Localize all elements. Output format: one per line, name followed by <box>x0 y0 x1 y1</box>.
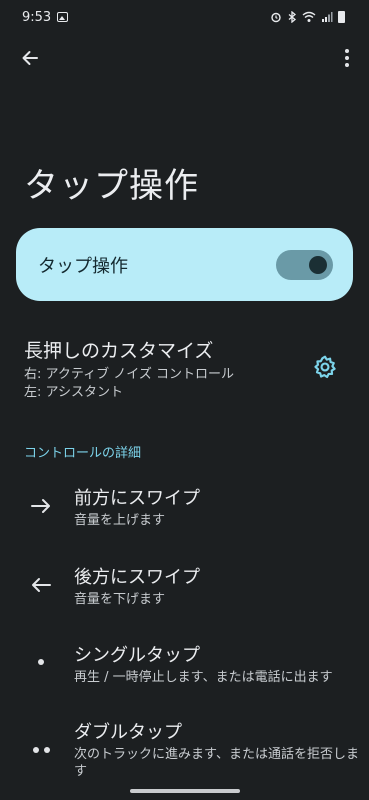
single-dot-icon <box>26 650 56 674</box>
control-item-title: シングルタップ <box>74 645 200 666</box>
wifi-icon <box>302 11 316 22</box>
longpress-customize-item[interactable]: 長押しのカスタマイズ 右: アクティブ ノイズ コントロール 左: アシスタント <box>24 336 354 404</box>
control-item-swipe-forward: 前方にスワイプ 音量を上げます <box>0 484 369 534</box>
signal-icon <box>322 12 333 22</box>
switch-knob <box>309 256 327 274</box>
bluetooth-icon <box>288 11 297 23</box>
tap-control-toggle-card[interactable]: タップ操作 <box>16 228 353 301</box>
alarm-icon <box>271 12 281 23</box>
section-header-control-details: コントロールの詳細 <box>24 446 142 461</box>
status-right <box>270 11 345 23</box>
status-bar: 9:53 <box>0 0 369 34</box>
control-item-title: 後方にスワイプ <box>74 567 200 588</box>
longpress-title: 長押しのカスタマイズ <box>24 340 214 362</box>
tap-control-switch[interactable] <box>276 250 333 280</box>
double-dot-icon <box>26 738 56 762</box>
control-item-title: ダブルタップ <box>74 722 182 743</box>
control-item-subtitle: 音量を下げます <box>74 592 166 607</box>
arrow-left-icon <box>26 573 56 597</box>
status-time: 9:53 <box>22 9 52 25</box>
arrow-left-icon <box>22 51 38 65</box>
page-title: タップ操作 <box>24 166 199 206</box>
control-item-subtitle: 次のトラックに進みます、または通話を拒否します <box>74 747 359 779</box>
app-bar <box>0 38 369 78</box>
control-item-single-tap: シングルタップ 再生 / 一時停止します、または電話に出ます <box>0 641 369 691</box>
longpress-right-setting: 右: アクティブ ノイズ コントロール <box>24 367 234 382</box>
control-item-subtitle: 再生 / 一時停止します、または電話に出ます <box>74 670 333 685</box>
control-item-title: 前方にスワイプ <box>74 488 200 509</box>
battery-icon <box>338 11 345 23</box>
control-item-swipe-backward: 後方にスワイプ 音量を下げます <box>0 563 369 613</box>
longpress-left-setting: 左: アシスタント <box>24 385 123 400</box>
gallery-icon <box>57 12 69 22</box>
more-options-button[interactable] <box>335 42 359 74</box>
back-button[interactable] <box>14 42 46 74</box>
gesture-nav-handle[interactable] <box>130 789 240 793</box>
control-item-double-tap: ダブルタップ 次のトラックに進みます、または通話を拒否します <box>0 718 369 782</box>
arrow-right-icon <box>26 494 56 518</box>
status-left: 9:53 <box>22 9 69 25</box>
more-vertical-icon <box>345 49 349 53</box>
gear-icon[interactable] <box>312 354 338 380</box>
control-item-subtitle: 音量を上げます <box>74 513 166 528</box>
tap-control-toggle-label: タップ操作 <box>38 256 128 277</box>
